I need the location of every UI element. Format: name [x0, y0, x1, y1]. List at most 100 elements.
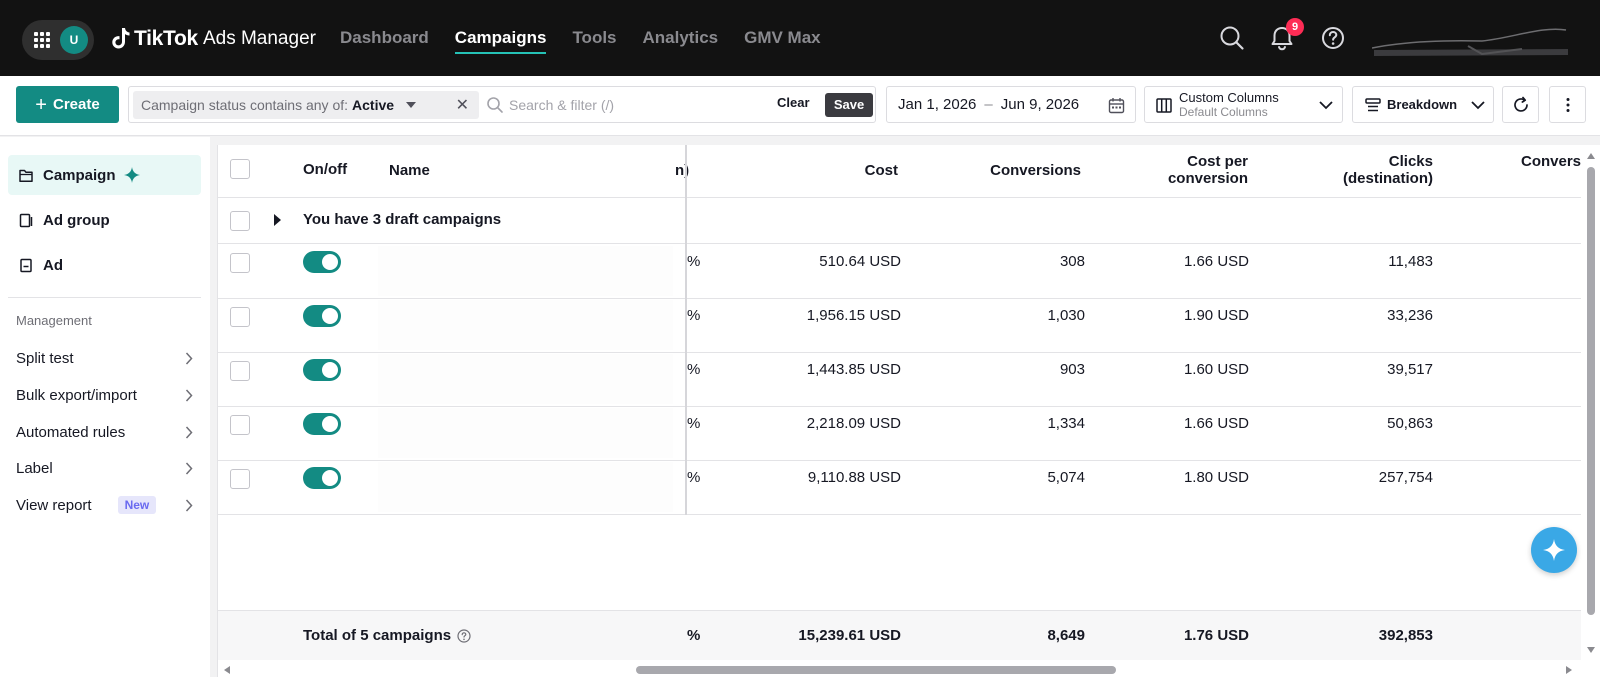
ad-icon [20, 258, 32, 272]
cell-conversions: 1,334 [1047, 415, 1085, 432]
table-row[interactable]: % 1,956.15 USD 1,030 1.90 USD 33,236 [218, 298, 1600, 353]
cell-clicks: 33,236 [1387, 307, 1433, 324]
account-switcher[interactable]: U [22, 20, 94, 60]
close-icon[interactable]: ✕ [456, 95, 469, 115]
search-filter-input[interactable] [509, 90, 759, 120]
ad-group-icon [19, 213, 33, 227]
cell-clicks: 11,483 [1388, 253, 1433, 270]
draft-campaigns-row[interactable]: You have 3 draft campaigns [218, 198, 1600, 244]
nav-gmv-max[interactable]: GMV Max [744, 28, 821, 54]
cell-cost: 510.64 USD [819, 253, 901, 270]
tiktok-ads-manager-logo[interactable]: TikTok Ads Manager [112, 24, 316, 54]
sidebar-divider [8, 297, 201, 298]
campaign-status-toggle[interactable] [303, 467, 341, 489]
save-filter-button[interactable]: Save [825, 93, 873, 117]
column-header-conversions[interactable]: Conversions [938, 162, 1081, 179]
column-header-clicks-destination[interactable]: Clicks (destination) [1298, 153, 1433, 187]
sidebar-item-label: Bulk export/import [16, 386, 137, 404]
date-end: Jun 9, 2026 [1000, 96, 1080, 113]
column-header-partial[interactable]: n) [675, 162, 689, 179]
campaign-name-redacted[interactable] [378, 246, 673, 296]
column-header-cost-per-conversion[interactable]: Cost per conversion [1118, 153, 1248, 187]
sidebar-item-split-test[interactable]: Split test [16, 344, 193, 372]
create-button[interactable]: + Create [16, 86, 119, 123]
campaign-status-toggle[interactable] [303, 359, 341, 381]
more-options-button[interactable] [1549, 86, 1586, 123]
avatar[interactable]: U [60, 26, 88, 54]
account-name-redacted[interactable] [1372, 28, 1568, 58]
column-header-name[interactable]: Name [389, 162, 430, 179]
row-checkbox[interactable] [230, 361, 250, 381]
refresh-button[interactable] [1502, 86, 1539, 123]
column-header-conversions-truncated[interactable]: Convers [1521, 153, 1581, 170]
nav-campaigns[interactable]: Campaigns [454, 28, 547, 54]
column-header-onoff[interactable]: On/off [303, 161, 347, 178]
sidebar-item-label-management[interactable]: Label [16, 454, 193, 482]
breakdown-dropdown[interactable]: Breakdown [1352, 86, 1494, 123]
columns-title: Custom Columns [1179, 90, 1279, 105]
new-badge: New [117, 496, 157, 514]
sidebar-item-bulk-export-import[interactable]: Bulk export/import [16, 381, 193, 409]
row-checkbox[interactable] [230, 307, 250, 327]
campaign-name-redacted[interactable] [378, 354, 673, 404]
sidebar: Campaign Ad group Ad Management Split te… [0, 137, 210, 677]
nav-analytics[interactable]: Analytics [643, 28, 719, 54]
date-range-picker[interactable]: Jan 1, 2026 – Jun 9, 2026 [886, 86, 1136, 123]
help-icon[interactable] [457, 628, 471, 643]
custom-columns-dropdown[interactable]: Custom Columns Default Columns [1144, 86, 1343, 123]
select-all-checkbox[interactable] [230, 159, 250, 179]
table-row[interactable]: % 2,218.09 USD 1,334 1.66 USD 50,863 [218, 406, 1600, 461]
column-header-cost[interactable]: Cost [798, 162, 898, 179]
sidebar-item-automated-rules[interactable]: Automated rules [16, 418, 193, 446]
help-icon[interactable] [1319, 24, 1347, 52]
row-checkbox[interactable] [230, 211, 250, 231]
campaign-status-toggle[interactable] [303, 305, 341, 327]
campaign-name-redacted[interactable] [378, 408, 673, 458]
cell-conversions: 1,030 [1047, 307, 1085, 324]
cell-conversions: 5,074 [1047, 469, 1085, 486]
cell-cost-per-conversion: 1.66 USD [1183, 253, 1249, 270]
search-icon[interactable] [1218, 24, 1246, 52]
chevron-right-icon [185, 462, 193, 475]
header-line: Cost per [1187, 153, 1248, 170]
clear-filters-button[interactable]: Clear [777, 95, 810, 110]
apps-grid-icon[interactable] [34, 32, 50, 48]
scroll-right-icon[interactable] [1566, 666, 1572, 674]
horizontal-scrollbar[interactable] [218, 660, 1600, 677]
cell-clicks: 50,863 [1387, 415, 1433, 432]
scroll-up-icon[interactable] [1587, 153, 1595, 159]
ai-assistant-button[interactable] [1531, 527, 1577, 573]
campaign-status-toggle[interactable] [303, 413, 341, 435]
sidebar-item-campaign[interactable]: Campaign [8, 155, 201, 195]
sidebar-item-ad-group[interactable]: Ad group [8, 200, 201, 240]
row-checkbox[interactable] [230, 253, 250, 273]
vertical-scrollbar[interactable] [1581, 145, 1600, 660]
scroll-down-icon[interactable] [1587, 647, 1595, 653]
management-heading: Management [16, 313, 92, 328]
vertical-scroll-thumb[interactable] [1587, 167, 1595, 615]
nav-dashboard[interactable]: Dashboard [340, 28, 429, 54]
frozen-column-divider [685, 145, 687, 515]
sidebar-item-label: Ad [43, 256, 63, 274]
sidebar-item-view-report[interactable]: View report New [16, 491, 193, 519]
nav-tools[interactable]: Tools [572, 28, 616, 54]
table-row[interactable]: % 9,110.88 USD 5,074 1.80 USD 257,754 [218, 460, 1600, 515]
cell-clicks: 257,754 [1378, 469, 1433, 486]
expand-arrow-icon[interactable] [274, 214, 281, 226]
chevron-right-icon [185, 389, 193, 402]
table-row[interactable]: % 510.64 USD 308 1.66 USD 11,483 [218, 244, 1600, 299]
row-checkbox[interactable] [230, 469, 250, 489]
status-filter-chip[interactable]: Campaign status contains any of: Active … [133, 91, 479, 119]
table-row[interactable]: % 1,443.85 USD 903 1.60 USD 39,517 [218, 352, 1600, 407]
campaign-name-redacted[interactable] [378, 300, 673, 350]
campaign-status-toggle[interactable] [303, 251, 341, 273]
campaign-name-redacted[interactable] [378, 462, 673, 512]
sidebar-item-label: View report [16, 496, 92, 514]
breakdown-label: Breakdown [1387, 97, 1458, 112]
scroll-left-icon[interactable] [224, 666, 230, 674]
row-checkbox[interactable] [230, 415, 250, 435]
caret-down-icon[interactable] [406, 102, 417, 108]
horizontal-scroll-thumb[interactable] [636, 666, 1116, 674]
total-percentage: % [687, 627, 701, 644]
sidebar-item-ad[interactable]: Ad [8, 245, 201, 285]
